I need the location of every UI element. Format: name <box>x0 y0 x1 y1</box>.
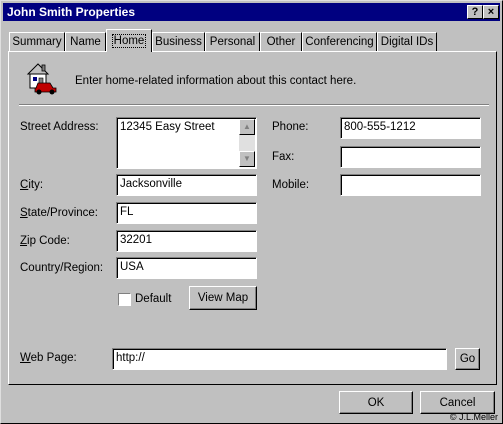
go-button[interactable]: Go <box>455 348 480 370</box>
city-label: City: <box>20 179 44 191</box>
street-scrollbar[interactable]: ▲ ▼ <box>239 119 255 167</box>
state-label: State/Province: <box>20 207 98 219</box>
title-bar[interactable]: John Smith Properties ? × <box>3 3 500 21</box>
home-tab-panel: Enter home-related information about thi… <box>8 51 497 385</box>
fax-field[interactable] <box>340 146 481 168</box>
country-label: Country/Region: <box>20 262 104 274</box>
properties-dialog: John Smith Properties ? × Summary Name H… <box>0 0 503 424</box>
header-text: Enter home-related information about thi… <box>75 75 357 87</box>
copyright-text: © J.L.Meller <box>449 412 498 422</box>
help-button[interactable]: ? <box>467 5 483 19</box>
tab-summary[interactable]: Summary <box>9 32 65 51</box>
tab-name[interactable]: Name <box>65 32 106 51</box>
country-field[interactable]: USA <box>116 257 257 279</box>
tab-other[interactable]: Other <box>260 32 302 51</box>
state-field[interactable]: FL <box>116 202 257 224</box>
view-map-button[interactable]: View Map <box>189 286 257 310</box>
tab-business[interactable]: Business <box>152 32 205 51</box>
scroll-up-arrow[interactable]: ▲ <box>239 119 255 135</box>
mobile-field[interactable] <box>340 174 481 196</box>
default-label: Default <box>135 293 172 305</box>
tab-home[interactable]: Home <box>106 29 152 52</box>
tab-digital-ids[interactable]: Digital IDs <box>377 32 437 51</box>
house-car-icon <box>26 63 57 95</box>
zip-field[interactable]: 32201 <box>116 230 257 252</box>
scroll-down-arrow[interactable]: ▼ <box>239 151 255 167</box>
street-address-label: Street Address: <box>20 121 99 133</box>
separator <box>19 104 489 106</box>
phone-label: Phone: <box>272 121 309 133</box>
tab-conferencing[interactable]: Conferencing <box>302 32 377 51</box>
close-button[interactable]: × <box>483 5 499 19</box>
default-checkbox[interactable] <box>118 293 131 306</box>
window-title: John Smith Properties <box>7 5 136 19</box>
tab-personal[interactable]: Personal <box>205 32 260 51</box>
cancel-button[interactable]: Cancel <box>420 391 495 414</box>
web-page-label: Web Page: <box>20 352 77 364</box>
zip-label: Zip Code: <box>20 235 70 247</box>
city-field[interactable]: Jacksonville <box>116 174 257 196</box>
web-page-field[interactable]: http:// <box>112 348 447 370</box>
ok-button[interactable]: OK <box>339 391 413 414</box>
street-address-field[interactable]: 12345 Easy Street ▲ ▼ <box>116 117 257 169</box>
mobile-label: Mobile: <box>272 179 310 191</box>
phone-field[interactable]: 800-555-1212 <box>340 117 481 139</box>
fax-label: Fax: <box>272 151 295 163</box>
